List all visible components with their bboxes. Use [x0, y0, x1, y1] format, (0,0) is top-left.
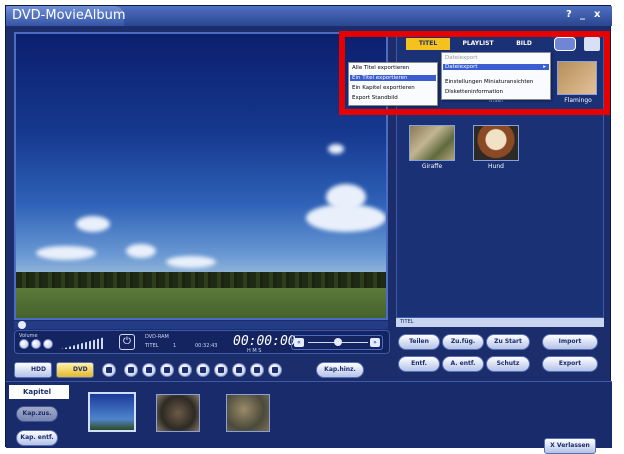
zoom-slider[interactable]: « »	[291, 335, 383, 350]
title-bar: DVD-MovieAlbum ? _ x	[6, 6, 612, 26]
titel-number: 1	[173, 343, 177, 349]
hms-label: H M S	[247, 348, 262, 354]
thumbnail-hund[interactable]	[473, 125, 519, 161]
cloud	[326, 184, 366, 210]
kap-entf-button[interactable]: Kap. entf.	[16, 430, 58, 446]
forward-button[interactable]	[214, 363, 228, 377]
cloud	[328, 144, 344, 154]
power-icon[interactable]: ⏻	[119, 334, 135, 350]
transport-row: HDD DVD Kap.hinz.	[14, 362, 390, 380]
annotation-highlight-box	[339, 31, 610, 115]
thumbnail-label: Giraffe	[421, 163, 443, 170]
kap-zus-button[interactable]: Kap.zus.	[16, 406, 58, 422]
seek-bar[interactable]	[14, 321, 388, 329]
volume-up-button[interactable]	[31, 339, 41, 349]
eject-button[interactable]	[102, 363, 116, 377]
slow-button[interactable]	[250, 363, 264, 377]
thumbnail-label: Hund	[488, 163, 504, 170]
verlassen-button[interactable]: X Verlassen	[544, 438, 596, 454]
help-button[interactable]: ?	[566, 9, 572, 20]
media-type: DVD-RAM	[145, 334, 169, 340]
minimize-button[interactable]: _	[580, 9, 585, 20]
pause-button[interactable]	[142, 363, 156, 377]
app-window: DVD-MovieAlbum ? _ x Volume ⏻ DVD-RAM TI…	[5, 5, 612, 454]
import-button[interactable]: Import	[542, 334, 598, 350]
chapter-thumbnail[interactable]	[156, 394, 200, 432]
volume-down-button[interactable]	[19, 339, 29, 349]
zu-start-button[interactable]: Zu Start	[486, 334, 530, 350]
app-title: DVD-MovieAlbum	[12, 8, 126, 23]
cloud	[166, 256, 216, 268]
slider-knob[interactable]	[334, 338, 342, 346]
teilen-button[interactable]: Teilen	[398, 334, 440, 350]
prev-chapter-button[interactable]	[178, 363, 192, 377]
hdd-label: HDD	[31, 366, 46, 373]
titel-label: TITEL	[145, 343, 159, 349]
timecode-display: 00:00:00	[233, 334, 296, 349]
frame-step-button[interactable]	[268, 363, 282, 377]
schutz-button[interactable]: Schutz	[486, 356, 530, 372]
entf-button[interactable]: Entf.	[398, 356, 440, 372]
cloud	[76, 216, 110, 232]
chapter-thumbnail[interactable]	[226, 394, 270, 432]
cloud	[126, 244, 156, 258]
kap-hinz-button[interactable]: Kap.hinz.	[316, 362, 364, 378]
video-preview[interactable]	[14, 32, 388, 320]
titel-section-bar: TITEL	[396, 318, 604, 327]
thumbnail-giraffe[interactable]	[409, 125, 455, 161]
dvd-button[interactable]: DVD	[56, 362, 94, 378]
zusammenfuegen-button[interactable]: Zu.füg.	[442, 334, 484, 350]
volume-mute-button[interactable]	[43, 339, 53, 349]
a-entf-button[interactable]: A. entf.	[442, 356, 484, 372]
grass-field	[16, 288, 386, 318]
dvd-label: DVD	[73, 366, 88, 373]
treeline	[16, 272, 386, 288]
volume-meter[interactable]	[61, 337, 105, 349]
next-chapter-button[interactable]	[232, 363, 246, 377]
seek-handle[interactable]	[18, 321, 26, 329]
cloud	[36, 246, 96, 260]
close-button[interactable]: x	[594, 9, 600, 20]
play-button[interactable]	[160, 363, 174, 377]
stop-button[interactable]	[124, 363, 138, 377]
elapsed-time: 00:32:43	[195, 343, 218, 349]
export-button[interactable]: Export	[542, 356, 598, 372]
forward-icon[interactable]: »	[370, 338, 380, 347]
rewind-button[interactable]	[196, 363, 210, 377]
playback-info-panel: Volume ⏻ DVD-RAM TITEL 1 00:32:43 00:00:…	[14, 330, 390, 354]
hdd-button[interactable]: HDD	[14, 362, 52, 378]
tab-kapitel[interactable]: Kapitel	[9, 385, 69, 399]
chapter-strip: Kapitel Kap.zus. Kap. entf. X Verlassen	[6, 381, 612, 454]
chapter-thumbnail-selected[interactable]	[88, 392, 136, 432]
rewind-icon[interactable]: «	[294, 338, 304, 347]
